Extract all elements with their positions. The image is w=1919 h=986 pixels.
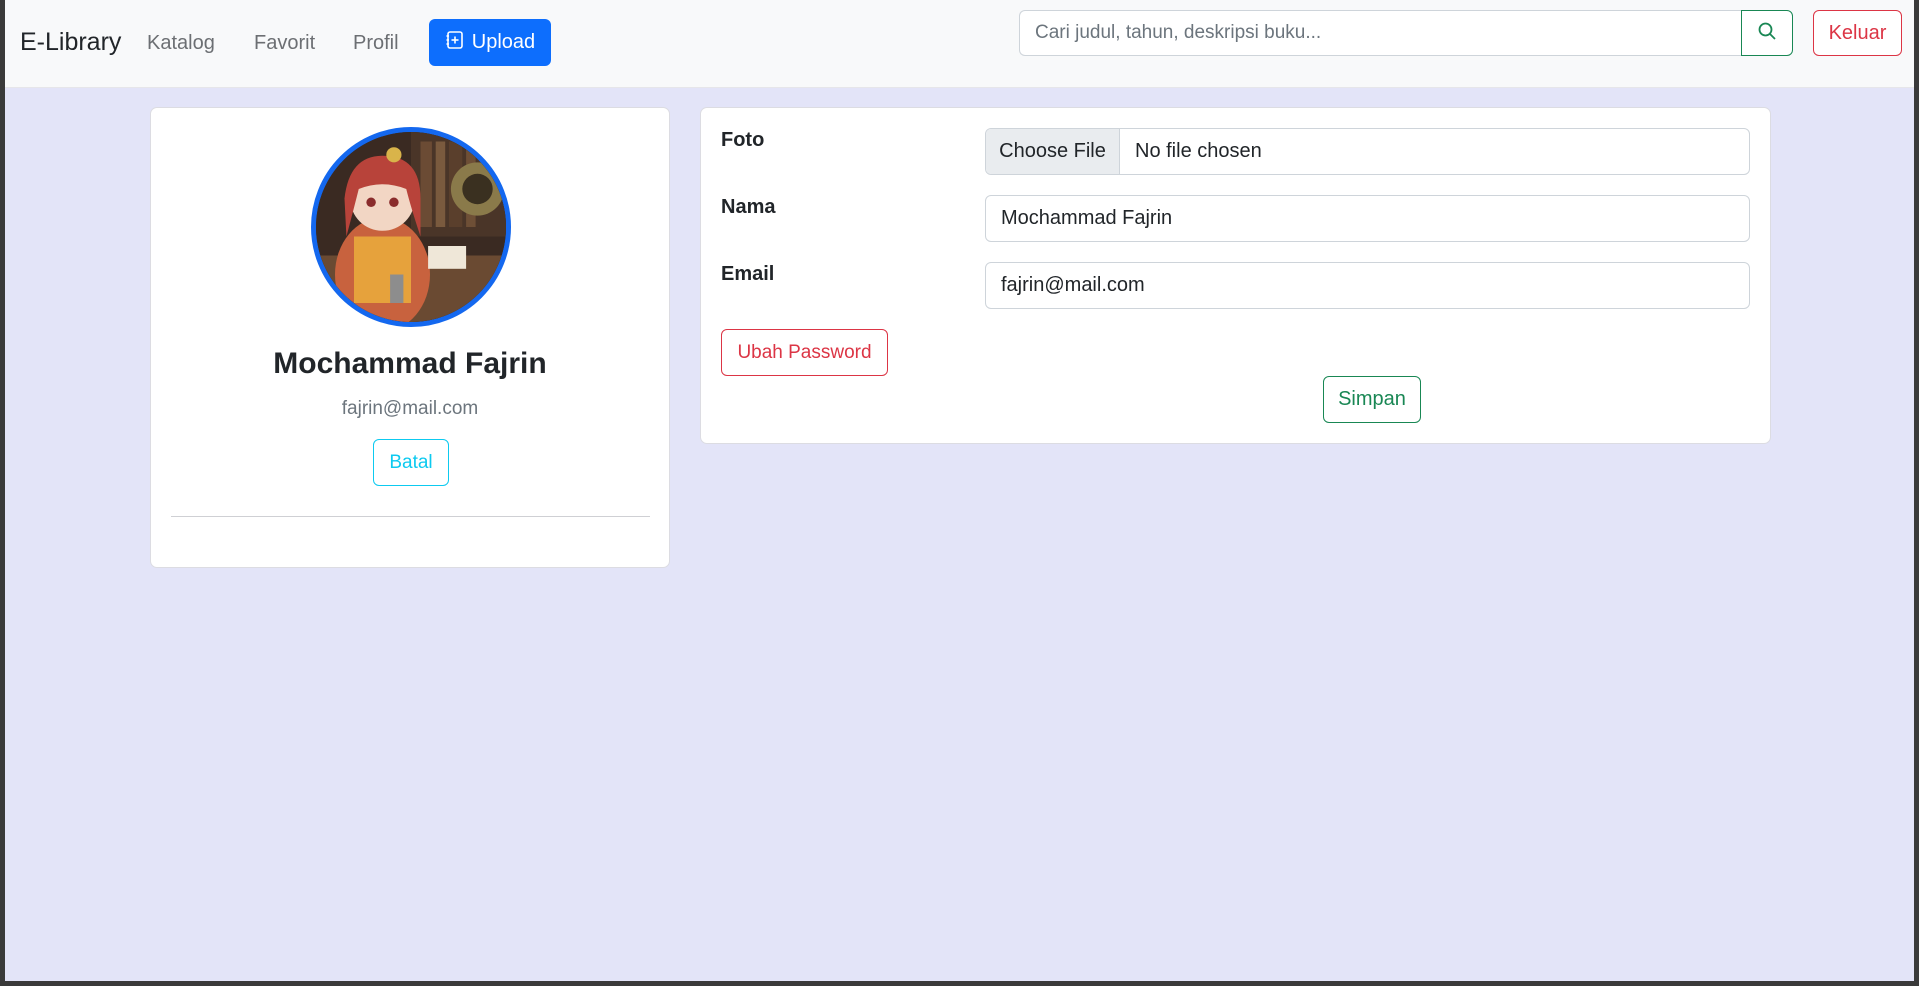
search-input[interactable]: [1019, 10, 1741, 56]
brand-logo[interactable]: E-Library: [20, 28, 121, 57]
search-icon: [1757, 21, 1777, 46]
photo-file-input[interactable]: Choose File No file chosen: [985, 128, 1750, 175]
search-button[interactable]: [1741, 10, 1793, 56]
navbar: E-Library Katalog Favorit Profil Upload: [5, 0, 1914, 88]
email-label: Email: [721, 263, 775, 285]
app-viewport: E-Library Katalog Favorit Profil Upload: [5, 0, 1914, 981]
upload-label: Upload: [471, 31, 536, 53]
nav-link-favorit[interactable]: Favorit: [254, 32, 315, 55]
avatar-image: [316, 132, 506, 322]
nav-link-profil[interactable]: Profil: [353, 32, 399, 55]
cancel-button[interactable]: Batal: [373, 439, 449, 486]
choose-file-button[interactable]: Choose File: [986, 129, 1120, 174]
profile-email: fajrin@mail.com: [341, 398, 479, 419]
photo-label: Foto: [721, 129, 765, 151]
nav-link-katalog[interactable]: Katalog: [147, 32, 215, 55]
profile-card: Mochammad Fajrin fajrin@mail.com Batal: [150, 107, 670, 568]
profile-form-card: Foto Choose File No file chosen Nama Ema…: [700, 107, 1771, 444]
logout-button[interactable]: Keluar: [1813, 10, 1902, 56]
email-field[interactable]: [985, 262, 1750, 309]
file-status: No file chosen: [1135, 140, 1262, 162]
name-label: Nama: [721, 196, 776, 218]
avatar: [311, 127, 511, 327]
divider: [171, 516, 650, 517]
upload-button[interactable]: Upload: [429, 19, 551, 66]
profile-name: Mochammad Fajrin: [273, 347, 547, 380]
save-button[interactable]: Simpan: [1323, 376, 1421, 423]
name-field[interactable]: [985, 195, 1750, 242]
change-password-button[interactable]: Ubah Password: [721, 329, 888, 376]
upload-icon: [445, 30, 465, 56]
